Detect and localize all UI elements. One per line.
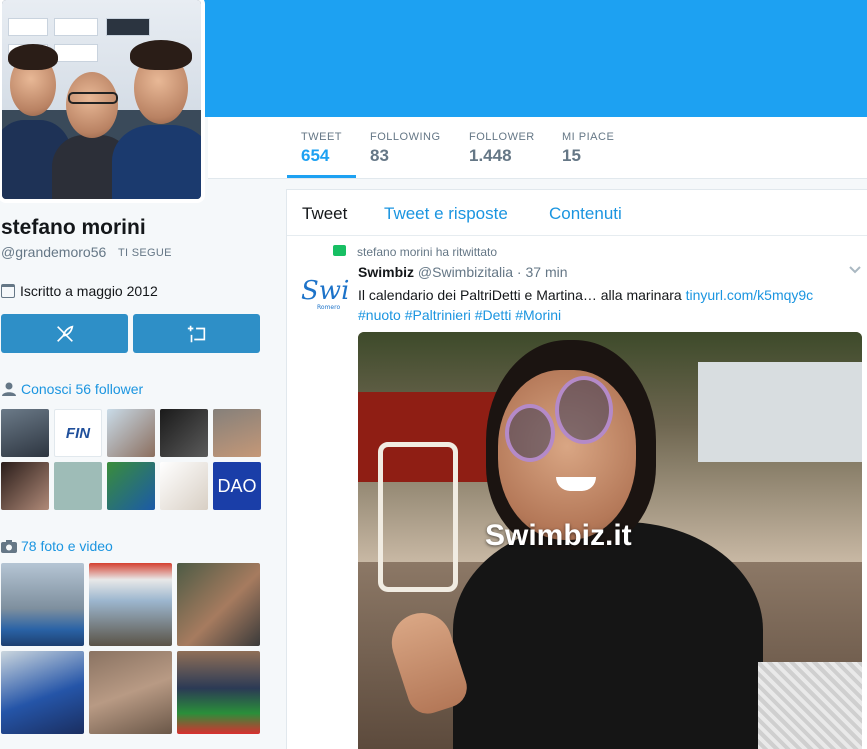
add-to-list-button[interactable] bbox=[133, 314, 260, 353]
media-thumbnail[interactable] bbox=[1, 651, 84, 734]
photo-window bbox=[698, 362, 862, 462]
retweet-context[interactable]: stefano morini ha ritwittato bbox=[357, 245, 497, 259]
tab-tweets-replies[interactable]: Tweet e risposte bbox=[384, 204, 508, 224]
avatar-hair bbox=[130, 40, 192, 70]
media-thumbnail[interactable] bbox=[89, 651, 172, 734]
profile-avatar[interactable] bbox=[0, 0, 205, 203]
media-thumbnail[interactable] bbox=[177, 651, 260, 734]
photo-chair bbox=[378, 442, 458, 592]
stat-value: 1.448 bbox=[469, 146, 512, 165]
timeline-tabs: Tweet Tweet e risposte Contenuti bbox=[287, 190, 867, 236]
photo-sunglasses-right bbox=[555, 376, 613, 444]
stat-label: FOLLOWER bbox=[469, 131, 535, 143]
stat-label: MI PIACE bbox=[562, 131, 615, 143]
stat-tweets[interactable]: TWEET 654 bbox=[287, 117, 356, 178]
follower-tile[interactable]: DAO bbox=[213, 462, 261, 510]
stat-label: FOLLOWING bbox=[370, 131, 441, 143]
hashtag[interactable]: #Paltrinieri bbox=[405, 307, 471, 323]
follower-tile[interactable] bbox=[1, 409, 49, 457]
photo-watermark: Swimbiz.it bbox=[485, 519, 632, 552]
tweet-author-handle[interactable]: @Swimbizitalia bbox=[418, 264, 513, 280]
follower-tile[interactable] bbox=[213, 409, 261, 457]
photo-chair-wicker bbox=[758, 662, 862, 749]
fin-logo: FIN bbox=[65, 424, 91, 442]
followers-you-know-link[interactable]: Conosci 56 follower bbox=[1, 381, 143, 397]
person-icon bbox=[2, 382, 16, 396]
photos-videos-link[interactable]: 78 foto e video bbox=[1, 538, 113, 554]
avatar-person-right bbox=[112, 125, 201, 199]
photo-person-body bbox=[453, 522, 763, 749]
camera-icon bbox=[1, 540, 17, 553]
avatar-sponsor-logo bbox=[54, 44, 98, 62]
follower-tile[interactable]: FIN bbox=[54, 409, 102, 457]
tweet-author-name[interactable]: Swimbiz bbox=[358, 264, 414, 280]
follows-you-badge: TI SEGUE bbox=[118, 247, 172, 259]
dao-logo: DAO bbox=[217, 475, 257, 496]
follower-tile[interactable] bbox=[160, 409, 208, 457]
follower-tile[interactable] bbox=[1, 462, 49, 510]
profile-handle[interactable]: @grandemoro56 bbox=[1, 244, 106, 260]
hashtag[interactable]: #Morini bbox=[515, 307, 561, 323]
profile-name[interactable]: stefano morini bbox=[1, 216, 146, 240]
avatar-sponsor-logo bbox=[8, 18, 48, 36]
follower-tile[interactable] bbox=[54, 462, 102, 510]
hashtag[interactable]: #Detti bbox=[475, 307, 512, 323]
tweet-separator: · bbox=[516, 264, 522, 280]
stat-followers[interactable]: FOLLOWER 1.448 bbox=[455, 117, 549, 179]
avatar-face bbox=[66, 72, 118, 138]
tweet-text-content: Il calendario dei PaltriDetti e Martina…… bbox=[358, 287, 682, 303]
tweet-author-avatar[interactable]: Swi Romero bbox=[299, 269, 349, 319]
hashtag[interactable]: #nuoto bbox=[358, 307, 401, 323]
media-thumbnail[interactable] bbox=[1, 563, 84, 646]
chevron-down-icon[interactable] bbox=[849, 264, 861, 276]
tweet-link[interactable]: tinyurl.com/k5mqy9c bbox=[686, 287, 814, 303]
timeline-card: Tweet Tweet e risposte Contenuti stefano… bbox=[286, 189, 867, 749]
calendar-icon bbox=[1, 284, 15, 298]
avatar-sponsor-logo bbox=[54, 18, 98, 36]
add-list-icon bbox=[187, 325, 205, 342]
retweet-icon bbox=[333, 245, 346, 256]
photo-sunglasses-left bbox=[505, 404, 555, 462]
stat-value: 654 bbox=[301, 146, 330, 165]
tweet-header: Swimbiz @Swimbizitalia · 37 min bbox=[358, 264, 568, 280]
tab-media[interactable]: Contenuti bbox=[549, 204, 622, 224]
media-thumbnail[interactable] bbox=[177, 563, 260, 646]
avatar-sponsor-logo bbox=[106, 18, 150, 36]
photos-videos-text: 78 foto e video bbox=[21, 538, 113, 554]
follower-tile[interactable] bbox=[107, 462, 155, 510]
avatar-glasses bbox=[68, 92, 118, 104]
stat-likes[interactable]: MI PIACE 15 bbox=[548, 117, 628, 179]
svg-text:Romero: Romero bbox=[317, 304, 340, 311]
tab-tweets[interactable]: Tweet bbox=[302, 204, 347, 224]
compose-feather-icon bbox=[56, 325, 73, 342]
stat-label: TWEET bbox=[301, 131, 342, 143]
tweet-text: Il calendario dei PaltriDetti e Martina…… bbox=[358, 285, 838, 325]
stat-value: 15 bbox=[562, 146, 581, 165]
tweet-to-button[interactable] bbox=[1, 314, 128, 353]
stat-value: 83 bbox=[370, 146, 389, 165]
profile-nav: TWEET 654 FOLLOWING 83 FOLLOWER 1.448 MI… bbox=[208, 117, 867, 179]
tweet-media-photo[interactable]: Swimbiz.it bbox=[358, 332, 862, 749]
media-thumbnail[interactable] bbox=[89, 563, 172, 646]
follower-tile[interactable] bbox=[160, 462, 208, 510]
join-date-text: Iscritto a maggio 2012 bbox=[20, 283, 158, 299]
svg-text:Swi: Swi bbox=[301, 276, 349, 306]
avatar-hair bbox=[8, 44, 58, 70]
follower-tile[interactable] bbox=[107, 409, 155, 457]
tweet-timestamp[interactable]: 37 min bbox=[525, 264, 567, 280]
stat-following[interactable]: FOLLOWING 83 bbox=[356, 117, 455, 179]
followers-you-know-text: Conosci 56 follower bbox=[21, 381, 144, 397]
join-date: Iscritto a maggio 2012 bbox=[1, 283, 158, 299]
